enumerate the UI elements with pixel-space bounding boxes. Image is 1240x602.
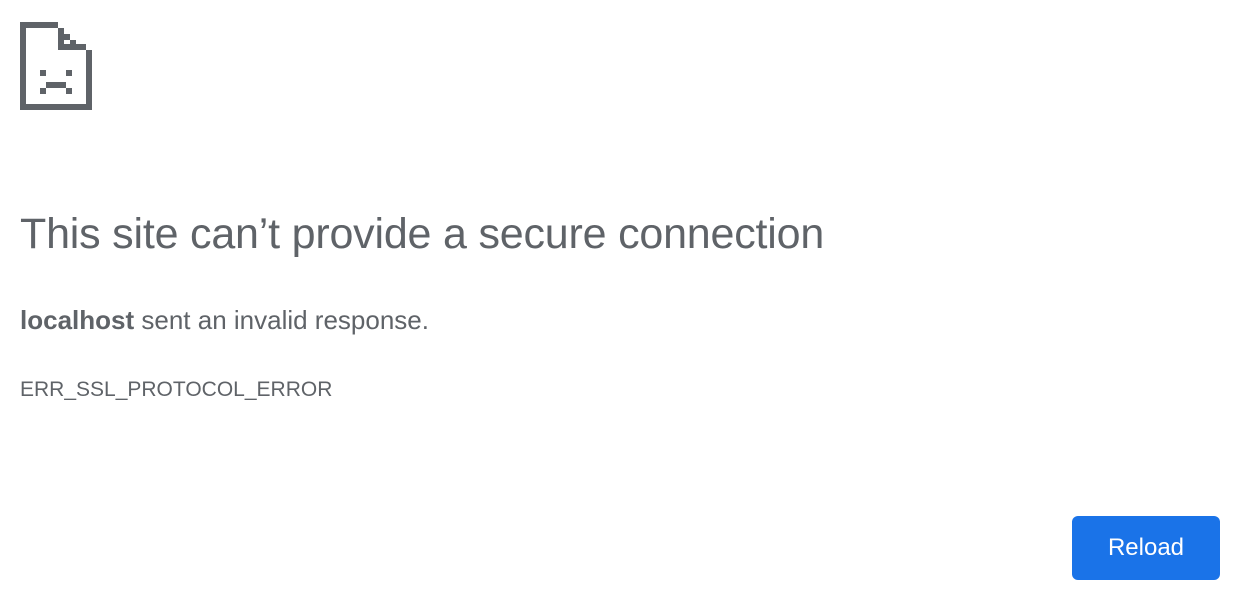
reload-button[interactable]: Reload [1072, 516, 1220, 580]
error-summary: localhost sent an invalid response. [20, 302, 429, 338]
error-code: ERR_SSL_PROTOCOL_ERROR [20, 378, 333, 401]
sad-document-icon [20, 22, 92, 110]
summary-message: sent an invalid response. [134, 305, 429, 335]
page-title: This site can’t provide a secure connect… [20, 210, 825, 258]
host-name: localhost [20, 305, 135, 335]
